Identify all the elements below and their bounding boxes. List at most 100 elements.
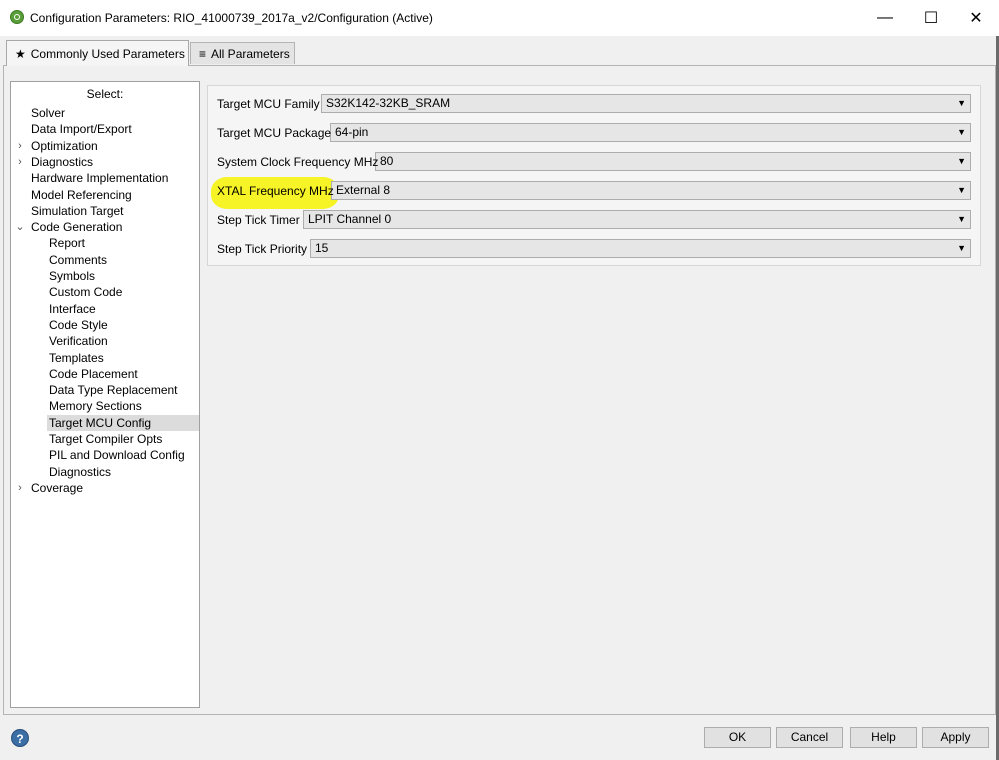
tree-item[interactable]: Interface — [49, 301, 96, 317]
tree-item-label: Optimization — [31, 139, 98, 153]
tree-item[interactable]: Hardware Implementation — [31, 170, 168, 186]
category-tree: Select: Solver Data Import/Export Optimiza… — [10, 81, 200, 708]
tree-item-label: Code Placement — [49, 367, 138, 381]
parameters-panel: Target MCU Family S32K142-32KB_SRAM ▼ Targe… — [207, 85, 981, 266]
param-label: Target MCU Family — [217, 97, 320, 111]
title-bar: Configuration Parameters: RIO_41000739_2… — [0, 0, 999, 36]
tree-item[interactable]: Memory Sections — [49, 398, 142, 414]
simulink-app-icon — [10, 10, 24, 24]
chevron-right-icon[interactable]: › — [15, 138, 25, 154]
tree-item[interactable]: Templates — [49, 350, 104, 366]
window-title: Configuration Parameters: RIO_41000739_2… — [30, 11, 433, 25]
close-button[interactable]: ✕ — [953, 0, 999, 36]
tree-item[interactable]: Target Compiler Opts — [49, 431, 162, 447]
tree-item-label: Interface — [49, 302, 96, 316]
param-dropdown[interactable]: 80 ▼ — [375, 152, 971, 171]
tree-item[interactable]: Data Type Replacement — [49, 382, 178, 398]
param-dropdown[interactable]: External 8 ▼ — [331, 181, 971, 200]
dropdown-arrow-icon[interactable]: ▼ — [957, 95, 966, 112]
tree-item-label: Hardware Implementation — [31, 171, 169, 185]
tab-label: All Parameters — [211, 46, 290, 61]
star-icon: ★ — [15, 46, 26, 61]
dropdown-arrow-icon[interactable]: ▼ — [957, 211, 966, 228]
tree-item-label: Code Style — [49, 318, 108, 332]
dropdown-arrow-icon[interactable]: ▼ — [957, 240, 966, 257]
maximize-button[interactable]: ☐ — [908, 0, 954, 36]
dropdown-value: LPIT Channel 0 — [308, 212, 392, 226]
tree-item[interactable]: Simulation Target — [31, 203, 124, 219]
dropdown-arrow-icon[interactable]: ▼ — [957, 124, 966, 141]
chevron-down-icon[interactable]: ⌄ — [15, 219, 25, 235]
help-icon[interactable]: ? — [11, 729, 29, 747]
list-icon: ≡ — [199, 46, 207, 61]
dropdown-arrow-icon[interactable]: ▼ — [957, 182, 966, 199]
tree-item[interactable]: Coverage — [31, 480, 83, 496]
tree-item[interactable]: Symbols — [49, 268, 95, 284]
param-label-wrap: XTAL Frequency MHz — [211, 177, 339, 209]
dropdown-value: External 8 — [336, 183, 391, 197]
param-label-wrap: Step Tick Priority — [217, 242, 307, 256]
cancel-button[interactable]: Cancel — [776, 727, 843, 748]
param-dropdown[interactable]: 64-pin ▼ — [330, 123, 971, 142]
tree-item-label: PIL and Download Config — [49, 448, 185, 462]
ok-button[interactable]: OK — [704, 727, 771, 748]
param-label: Target MCU Package — [217, 126, 332, 140]
param-label-wrap: Target MCU Family — [217, 97, 320, 111]
dropdown-value: 80 — [380, 154, 394, 168]
tree-item-label: Comments — [49, 253, 108, 267]
tree-item[interactable]: Model Referencing — [31, 187, 132, 203]
param-dropdown[interactable]: S32K142-32KB_SRAM ▼ — [321, 94, 971, 113]
tree-item[interactable]: Diagnostics — [31, 154, 93, 170]
tree-item-label: Diagnostics — [31, 155, 94, 169]
tree-item-label: Verification — [49, 334, 108, 348]
tree-item-label: Coverage — [31, 481, 84, 495]
tree-item-label: Templates — [49, 351, 104, 365]
tree-item-label: Memory Sections — [49, 399, 142, 413]
tree-item[interactable]: Target MCU Config — [47, 415, 199, 431]
apply-button[interactable]: Apply — [922, 727, 989, 748]
tree-item[interactable]: PIL and Download Config — [49, 447, 185, 463]
tab-commonly-used-parameters[interactable]: ★ Commonly Used Parameters — [6, 40, 189, 66]
dropdown-value: S32K142-32KB_SRAM — [326, 96, 451, 110]
chevron-right-icon[interactable]: › — [15, 154, 25, 170]
tree-item-label: Target MCU Config — [49, 416, 152, 430]
tree-item[interactable]: Custom Code — [49, 284, 122, 300]
tree-item[interactable]: Code Placement — [49, 366, 138, 382]
tree-item[interactable]: Verification — [49, 333, 108, 349]
tree-item[interactable]: Diagnostics — [49, 464, 111, 480]
tree-item[interactable]: Data Import/Export — [31, 121, 132, 137]
minimize-button[interactable]: — — [862, 0, 908, 36]
tab-all-parameters[interactable]: ≡ All Parameters — [190, 42, 295, 64]
param-label: Step Tick Timer — [217, 213, 300, 227]
tree-item-label: Data Type Replacement — [49, 383, 178, 397]
tree-item-label: Target Compiler Opts — [49, 432, 163, 446]
tree-item[interactable]: Comments — [49, 252, 107, 268]
tree-item[interactable]: Code Style — [49, 317, 108, 333]
tree-item-label: Custom Code — [49, 285, 123, 299]
tree-item[interactable]: Code Generation — [31, 219, 122, 235]
tree-item-label: Symbols — [49, 269, 96, 283]
param-row: System Clock Frequency MHz — [217, 152, 378, 172]
dropdown-arrow-icon[interactable]: ▼ — [957, 153, 966, 170]
tree-item[interactable]: Solver — [31, 105, 65, 121]
tree-item-label: Solver — [31, 106, 66, 120]
dropdown-value: 15 — [315, 241, 329, 255]
tree-item-label: Report — [49, 236, 86, 250]
param-label: XTAL Frequency MHz — [217, 184, 334, 198]
chevron-right-icon[interactable]: › — [15, 480, 25, 496]
param-row: Step Tick Priority — [217, 239, 307, 259]
dropdown-value: 64-pin — [335, 125, 369, 139]
param-label: Step Tick Priority — [217, 242, 308, 256]
param-row: Target MCU Package — [217, 123, 331, 143]
param-dropdown[interactable]: LPIT Channel 0 ▼ — [303, 210, 971, 229]
tree-item-label: Model Referencing — [31, 188, 132, 202]
tab-strip: ★ Commonly Used Parameters ≡ All Paramet… — [0, 40, 999, 66]
param-dropdown[interactable]: 15 ▼ — [310, 239, 971, 258]
help-button[interactable]: Help — [850, 727, 917, 748]
tree-item[interactable]: Optimization — [31, 138, 98, 154]
param-row: Target MCU Family — [217, 94, 320, 114]
tree-item-label: Data Import/Export — [31, 122, 132, 136]
param-label-wrap: Step Tick Timer — [217, 213, 300, 227]
param-label-wrap: System Clock Frequency MHz — [217, 155, 378, 169]
tree-item[interactable]: Report — [49, 235, 85, 251]
